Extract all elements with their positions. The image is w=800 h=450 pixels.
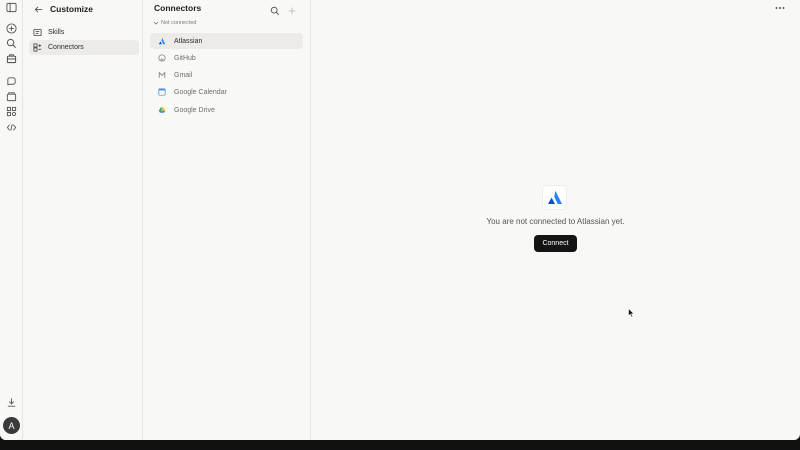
artifacts-icon[interactable]	[4, 104, 19, 119]
connector-item-github[interactable]: GitHub	[150, 50, 303, 66]
section-not-connected[interactable]: Not connected	[153, 20, 196, 26]
gmail-icon	[157, 71, 166, 80]
back-arrow-icon[interactable]	[32, 3, 44, 15]
connectors-panel: Connectors Not connected Atlassian GitHu…	[143, 0, 311, 440]
customize-header: Customize	[32, 2, 93, 16]
add-connector-icon[interactable]	[287, 3, 297, 15]
app-window: A Customize Skills Connectors Connectors	[0, 0, 800, 440]
google-calendar-icon	[157, 88, 166, 97]
sidebar-toggle-icon[interactable]	[4, 0, 19, 15]
section-label: Not connected	[161, 20, 197, 26]
connector-label: Google Calendar	[174, 88, 227, 96]
chats-icon[interactable]	[4, 74, 19, 89]
icon-rail: A	[0, 0, 23, 440]
connector-item-atlassian[interactable]: Atlassian	[150, 33, 303, 49]
nav-item-label: Skills	[48, 29, 65, 36]
atlassian-logo-icon	[542, 185, 567, 210]
nav-item-skills[interactable]: Skills	[29, 25, 139, 40]
avatar[interactable]: A	[3, 417, 20, 434]
code-icon[interactable]	[4, 120, 19, 135]
nav-item-label: Connectors	[48, 44, 84, 51]
connector-label: Gmail	[174, 71, 193, 79]
skills-icon	[33, 28, 42, 37]
connector-item-google-calendar[interactable]: Google Calendar	[150, 84, 303, 100]
github-icon	[157, 54, 166, 63]
connector-label: GitHub	[174, 54, 196, 62]
chevron-down-icon	[153, 21, 159, 25]
search-icon[interactable]	[270, 3, 280, 16]
customize-panel: Customize Skills Connectors	[23, 0, 143, 440]
connectors-icon	[33, 43, 42, 52]
connector-item-gmail[interactable]: Gmail	[150, 67, 303, 83]
page-title: Customize	[50, 4, 93, 14]
connect-button[interactable]: Connect	[534, 235, 577, 252]
connectors-title: Connectors	[154, 3, 202, 13]
connector-label: Google Drive	[174, 106, 215, 114]
atlassian-icon	[157, 37, 166, 46]
customize-icon[interactable]	[4, 51, 19, 66]
connector-item-google-drive[interactable]: Google Drive	[150, 102, 303, 118]
nav-item-connectors[interactable]: Connectors	[29, 40, 139, 55]
search-icon[interactable]	[4, 36, 19, 51]
avatar-initial: A	[8, 420, 15, 431]
projects-icon[interactable]	[4, 89, 19, 104]
new-chat-icon[interactable]	[4, 21, 19, 36]
download-icon[interactable]	[4, 395, 19, 410]
google-drive-icon	[157, 106, 166, 115]
more-options-icon[interactable]	[774, 3, 786, 13]
main-content: You are not connected to Atlassian yet. …	[311, 0, 800, 440]
connector-label: Atlassian	[174, 37, 203, 45]
empty-state-message: You are not connected to Atlassian yet.	[486, 217, 625, 226]
mouse-cursor-icon	[628, 305, 635, 318]
